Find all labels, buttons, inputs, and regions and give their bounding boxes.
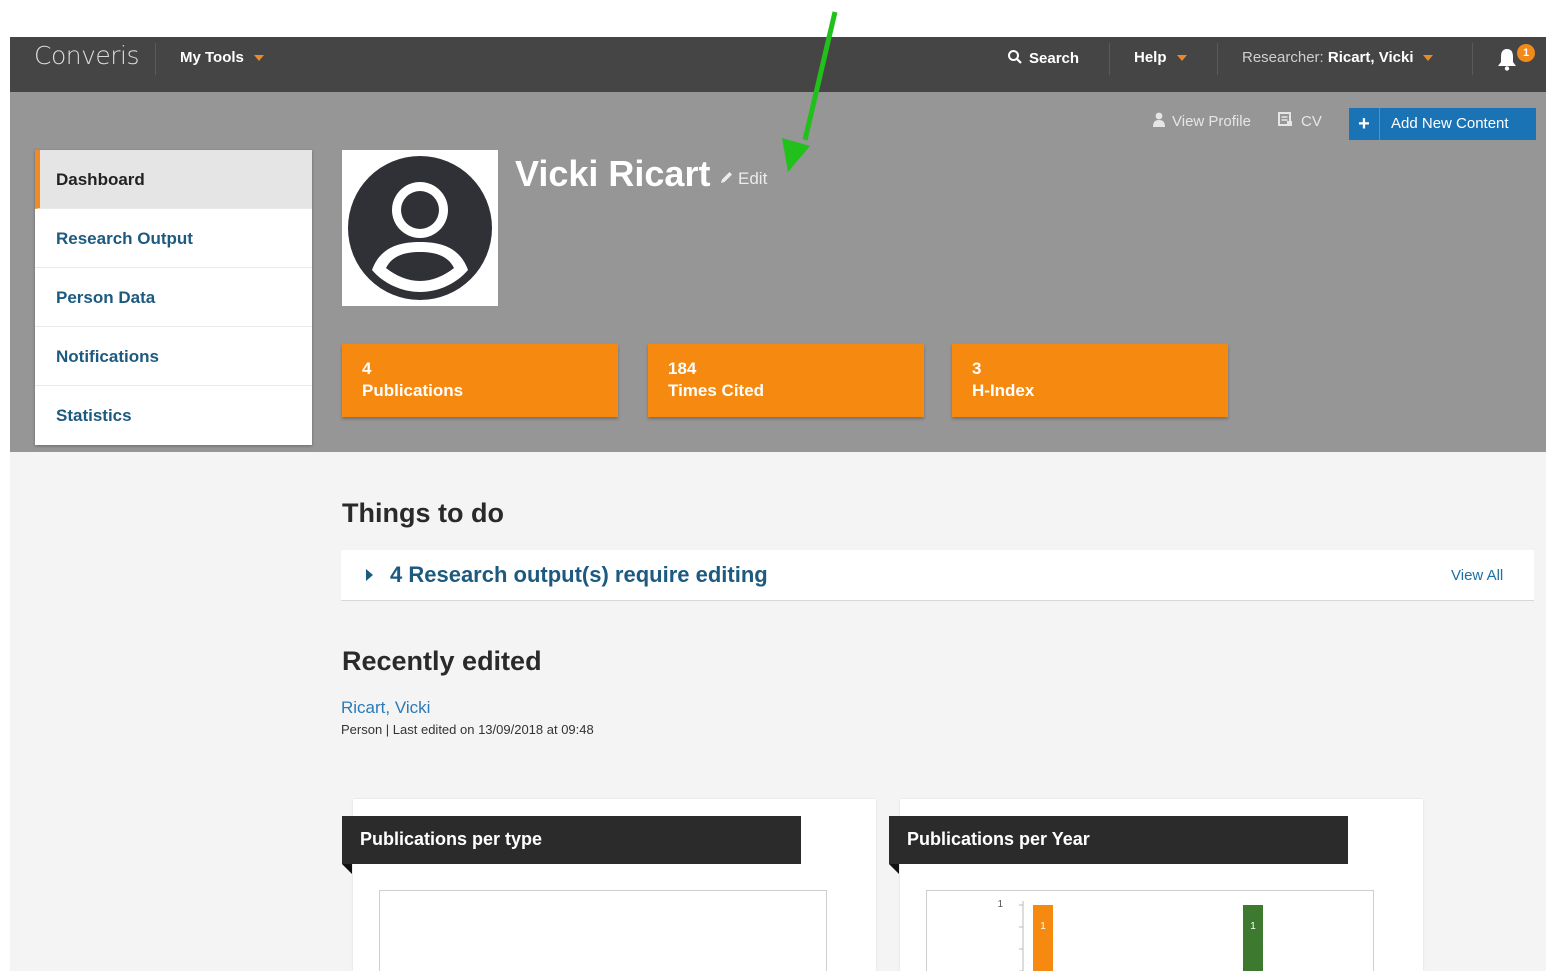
document-icon	[1278, 112, 1292, 126]
recently-edited-link[interactable]: Ricart, Vicki	[341, 698, 430, 718]
h-index-metric-tile[interactable]: 3 H-Index	[952, 344, 1228, 417]
search-label: Search	[1029, 50, 1080, 67]
bell-icon[interactable]	[1496, 47, 1518, 71]
ribbon-fold	[889, 864, 899, 874]
nav-divider	[1217, 43, 1218, 75]
nav-divider	[1109, 43, 1110, 75]
app-frame: Converis My Tools Search Help Researcher…	[10, 37, 1546, 971]
metric-label: H-Index	[972, 381, 1035, 400]
chart-title: Publications per type	[360, 829, 543, 849]
view-profile-link[interactable]: View Profile	[1152, 112, 1251, 130]
view-profile-label: View Profile	[1172, 113, 1251, 130]
bar-data-label: 1	[1250, 921, 1256, 932]
nav-divider	[1472, 43, 1473, 75]
sidebar-item-research-output[interactable]: Research Output	[35, 209, 312, 268]
plus-icon: +	[1349, 108, 1380, 140]
metric-value: 3	[972, 359, 982, 378]
add-new-content-label: Add New Content	[1391, 115, 1509, 132]
researcher-menu[interactable]: Researcher: Ricart, Vicki	[1242, 49, 1434, 66]
recently-edited-heading: Recently edited	[342, 646, 542, 676]
metric-value: 184	[668, 359, 697, 378]
profile-avatar	[342, 150, 498, 306]
converis-logo[interactable]: Converis	[34, 41, 140, 70]
cv-label: CV	[1301, 113, 1322, 130]
chevron-down-icon	[1423, 55, 1434, 62]
view-all-link[interactable]: View All	[1451, 567, 1503, 584]
help-menu[interactable]: Help	[1134, 49, 1187, 66]
sidebar-menu: Dashboard Research Output Person Data No…	[35, 150, 312, 445]
user-icon	[1153, 112, 1165, 127]
researcher-label: Researcher:	[1242, 49, 1324, 66]
search-icon	[1008, 50, 1022, 64]
publications-metric-tile[interactable]: 4 Publications	[342, 344, 618, 417]
sidebar-item-dashboard[interactable]: Dashboard	[35, 150, 312, 209]
publications-per-type-header: Publications per type	[342, 816, 801, 874]
edit-profile-link[interactable]: Edit	[719, 169, 767, 189]
bar-data-label: 1	[1040, 921, 1046, 932]
profile-name: Vicki Ricart	[515, 153, 711, 194]
nav-divider	[155, 43, 156, 75]
things-to-do-heading: Things to do	[342, 498, 504, 528]
metric-value: 4	[362, 359, 372, 378]
cv-link[interactable]: CV	[1278, 112, 1322, 130]
sidebar-item-person-data[interactable]: Person Data	[35, 268, 312, 327]
expand-caret-icon[interactable]	[366, 569, 373, 581]
publications-per-year-chart: 1 1 1	[926, 890, 1374, 971]
sidebar-item-notifications[interactable]: Notifications	[35, 327, 312, 386]
todo-item[interactable]: 4 Research output(s) require editing Vie…	[341, 550, 1534, 601]
edit-label: Edit	[738, 169, 768, 188]
chevron-down-icon	[1176, 55, 1187, 62]
publications-per-year-header: Publications per Year	[889, 816, 1348, 874]
bar-1[interactable]	[1243, 905, 1263, 971]
researcher-name: Ricart, Vicki	[1327, 49, 1414, 66]
top-navigation-bar: Converis My Tools Search Help Researcher…	[10, 37, 1546, 92]
ribbon-fold	[342, 864, 352, 874]
notification-count-badge: 1	[1517, 44, 1535, 62]
pencil-icon	[721, 172, 732, 183]
my-tools-label: My Tools	[180, 49, 244, 66]
my-tools-menu[interactable]: My Tools	[180, 49, 264, 66]
todo-item-label[interactable]: 4 Research output(s) require editing	[390, 562, 768, 588]
chevron-down-icon	[253, 55, 264, 62]
recently-edited-meta: Person | Last edited on 13/09/2018 at 09…	[341, 722, 594, 737]
times-cited-metric-tile[interactable]: 184 Times Cited	[648, 344, 924, 417]
publications-per-type-chart	[379, 890, 827, 971]
bar-0[interactable]	[1033, 905, 1053, 971]
search-button[interactable]: Search	[1007, 49, 1079, 67]
publications-per-year-svg: 1 1 1	[997, 899, 1263, 971]
user-avatar-icon	[348, 156, 492, 300]
add-new-content-button[interactable]: + Add New Content	[1349, 108, 1536, 140]
metric-label: Publications	[362, 381, 464, 400]
chart-title: Publications per Year	[907, 829, 1090, 849]
metric-label: Times Cited	[668, 381, 765, 400]
help-label: Help	[1134, 49, 1167, 66]
sidebar-item-statistics[interactable]: Statistics	[35, 386, 312, 445]
y-tick-label: 1	[997, 899, 1003, 910]
